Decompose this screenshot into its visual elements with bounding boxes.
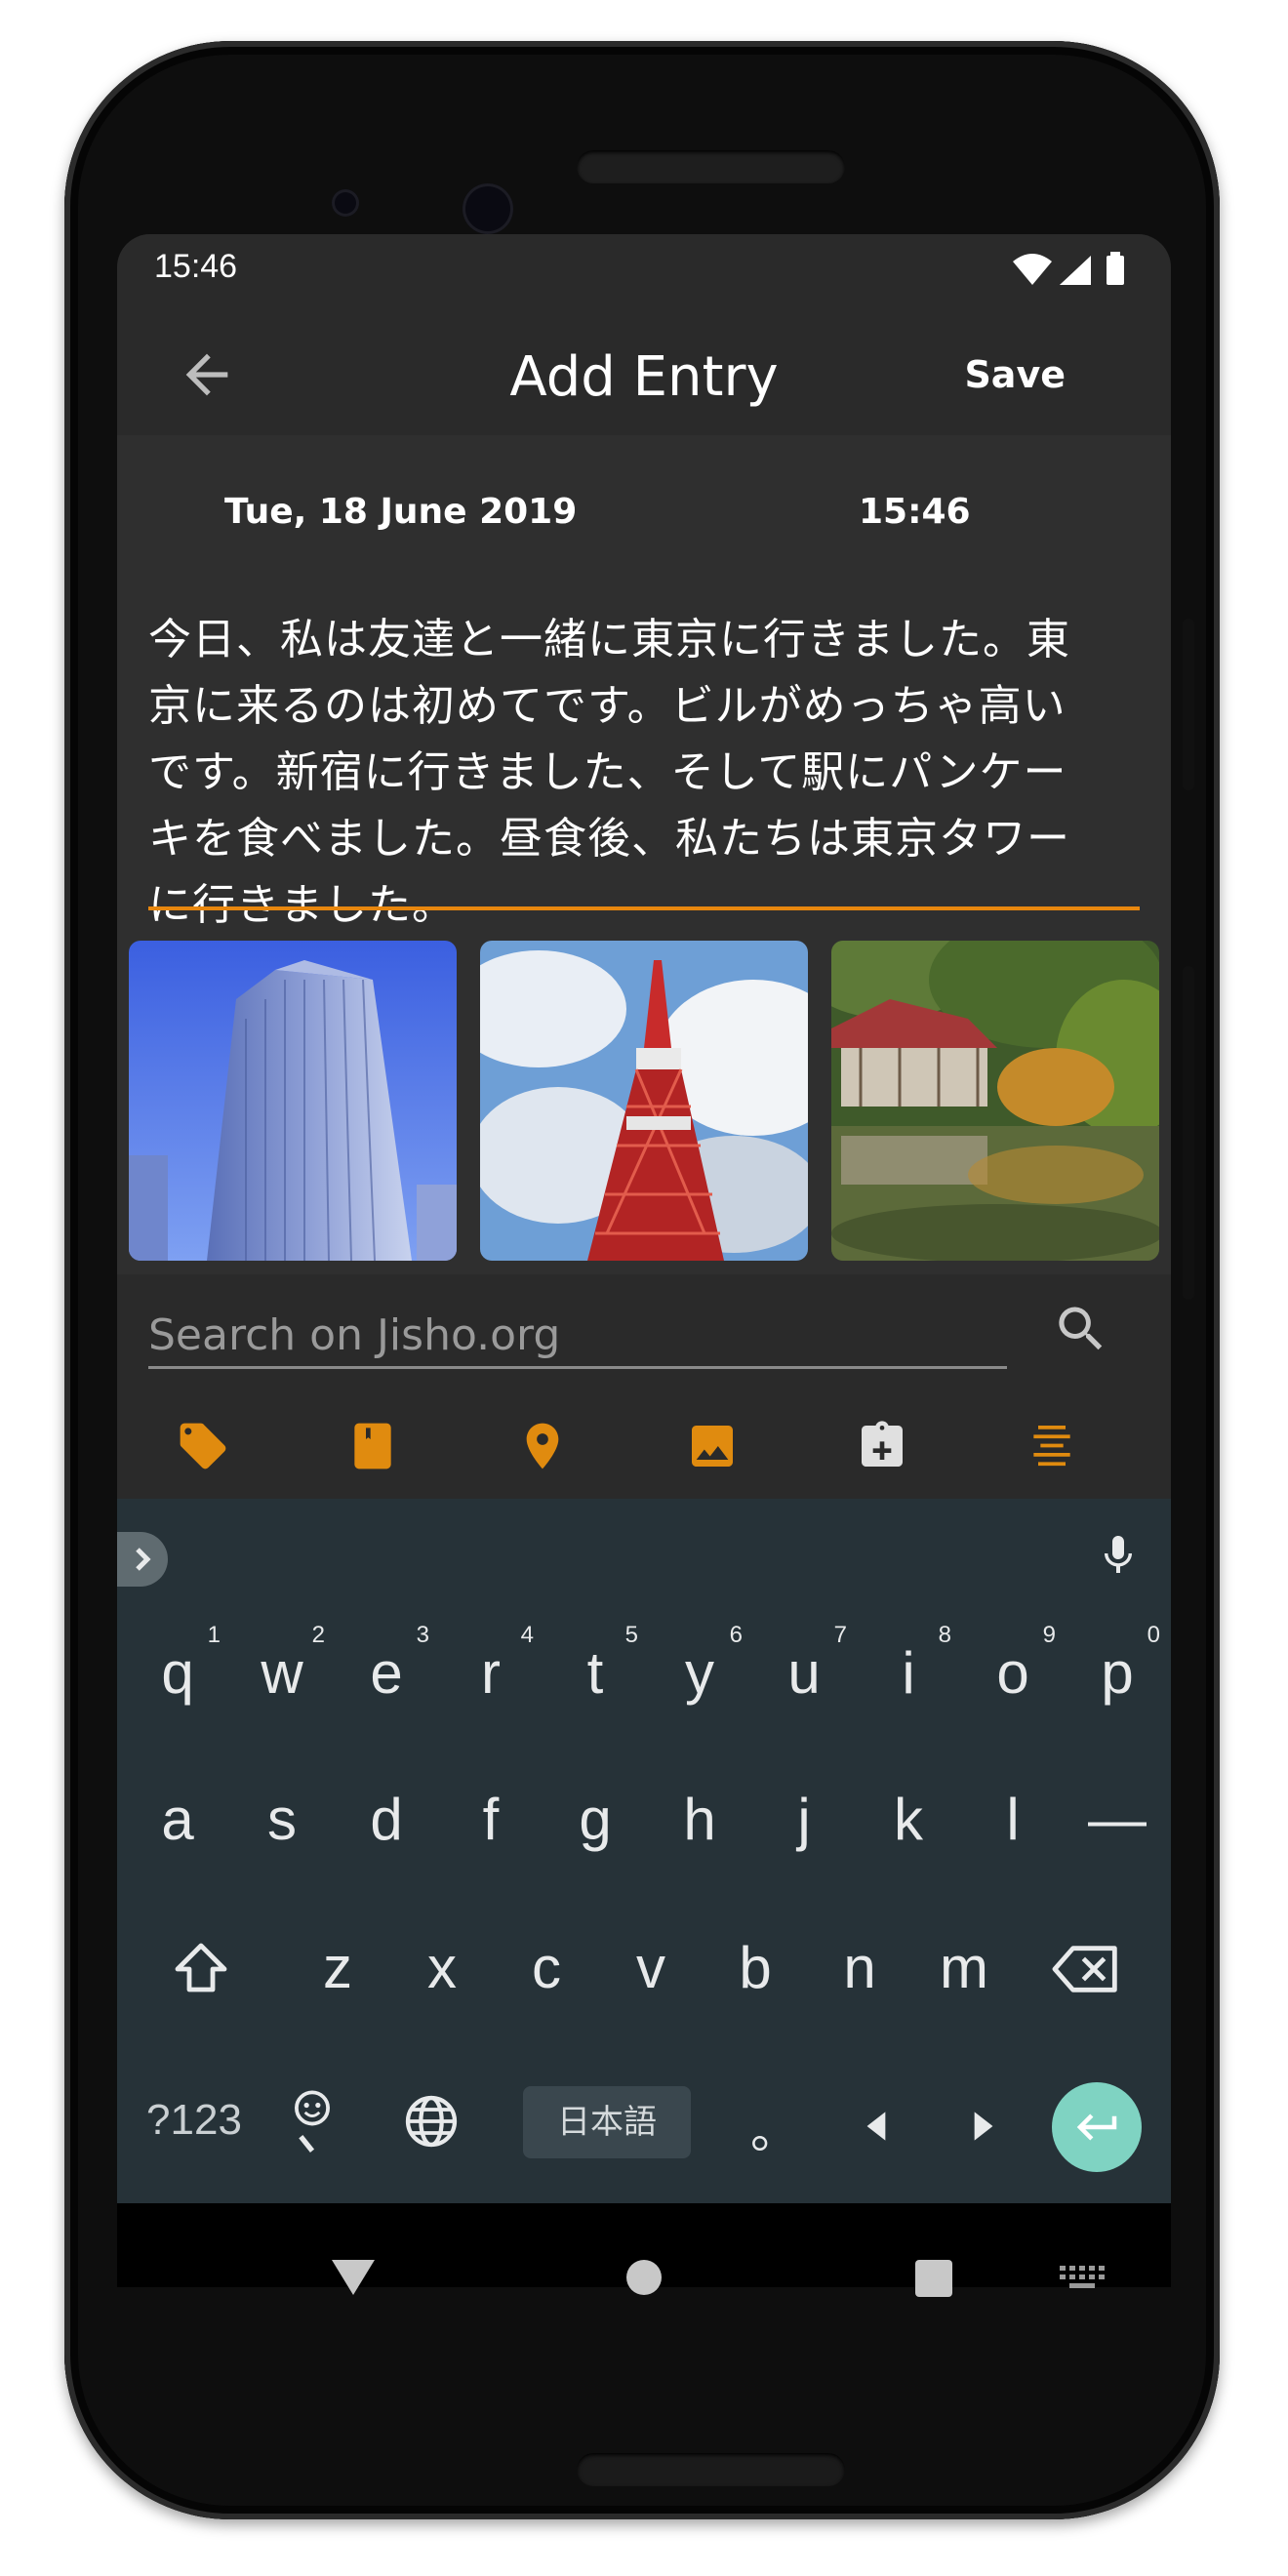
key-y[interactable]: y6 [653, 1622, 746, 1707]
power-button [1183, 966, 1194, 1300]
front-camera [463, 183, 513, 234]
dictionary-search [117, 1274, 1171, 1391]
key-f[interactable]: f [444, 1786, 538, 1853]
system-nav-buttons [332, 2260, 1105, 2297]
time-picker[interactable]: 15:46 [859, 492, 971, 532]
key-s[interactable]: s [235, 1786, 329, 1853]
key-g[interactable]: g [548, 1786, 642, 1853]
app-bar: Add Entry Save [117, 314, 1171, 435]
key-m[interactable]: m [917, 1934, 1011, 2001]
keyboard-suggestion-strip [117, 1499, 1171, 1608]
cursor-left-icon[interactable] [853, 2102, 902, 2151]
entry-text-line: に行きました。 [148, 880, 456, 930]
key-b[interactable]: b [708, 1934, 802, 2001]
front-sensor [332, 189, 359, 217]
text-align-icon[interactable] [1025, 1419, 1079, 1473]
key-e[interactable]: e3 [340, 1622, 433, 1707]
key-u[interactable]: u7 [757, 1622, 851, 1707]
period-key[interactable]: 。 [736, 2092, 814, 2162]
soft-keyboard: q1 w2 e3 r4 t5 y6 u7 i8 o9 p0 a s d f g … [117, 1608, 1171, 2203]
photo-strip [117, 935, 1171, 1274]
key-r[interactable]: r4 [444, 1622, 538, 1707]
bottom-speaker [577, 2453, 845, 2486]
key-n[interactable]: n [813, 1934, 906, 2001]
tag-icon[interactable] [176, 1419, 230, 1473]
key-dash[interactable]: — [1070, 1786, 1164, 1853]
key-c[interactable]: c [500, 1934, 593, 2001]
nav-home-icon [626, 2260, 662, 2295]
entry-text-line: 京に来るのは初めてです。ビルがめっちゃ高い [148, 681, 1067, 731]
key-i[interactable]: i8 [862, 1622, 955, 1707]
screen: 15:46 Add Entry Save Tue, 18 June 2019 1… [117, 234, 1171, 2287]
key-d[interactable]: d [340, 1786, 433, 1853]
entry-text-field[interactable]: 今日、私は友達と一緒に東京に行きました。東 京に来るのは初めてです。ビルがめっち… [117, 582, 1171, 935]
nav-back-icon [332, 2260, 375, 2295]
japanese-garden-photo[interactable] [831, 941, 1159, 1261]
key-q[interactable]: q1 [131, 1622, 224, 1707]
date-picker[interactable]: Tue, 18 June 2019 [224, 492, 577, 532]
backspace-icon[interactable] [1048, 1938, 1124, 2000]
enter-key[interactable] [1052, 2082, 1142, 2172]
tokyo-tower-photo[interactable] [480, 941, 808, 1261]
text-field-underline [148, 906, 1140, 910]
cursor-right-icon[interactable] [958, 2102, 1007, 2151]
nav-recents-icon [915, 2260, 952, 2297]
status-bar: 15:46 [117, 234, 1171, 314]
key-v[interactable]: v [604, 1934, 698, 2001]
battery-icon [1107, 256, 1124, 285]
location-pin-icon[interactable] [515, 1419, 570, 1473]
keyboard-switch-icon [1060, 2266, 1105, 2288]
key-o[interactable]: o9 [966, 1622, 1060, 1707]
key-a[interactable]: a [131, 1786, 224, 1853]
symbols-key[interactable]: ?123 [131, 2096, 258, 2145]
clipboard-add-icon[interactable] [855, 1419, 909, 1473]
key-w[interactable]: w2 [235, 1622, 329, 1707]
language-key[interactable]: 日本語 [523, 2086, 691, 2158]
date-time-row: Tue, 18 June 2019 15:46 [117, 435, 1171, 582]
microphone-icon[interactable] [1095, 1528, 1142, 1583]
skyscraper-photo[interactable] [129, 941, 457, 1261]
wifi-icon [1013, 254, 1052, 285]
key-h[interactable]: h [653, 1786, 746, 1853]
image-icon[interactable] [685, 1419, 740, 1473]
key-j[interactable]: j [757, 1786, 851, 1853]
key-x[interactable]: x [395, 1934, 489, 2001]
entry-text-line: キを食べました。昼食後、私たちは東京タワー [148, 814, 1070, 864]
search-input[interactable] [148, 1304, 1007, 1369]
status-icons [1013, 252, 1124, 285]
bookmark-book-icon[interactable] [345, 1419, 400, 1473]
entry-text-line: 今日、私は友達と一緒に東京に行きました。東 [148, 615, 1070, 664]
search-icon[interactable] [1052, 1300, 1110, 1358]
shift-key-icon[interactable] [166, 1934, 236, 2004]
save-button[interactable]: Save [964, 353, 1066, 396]
status-time: 15:46 [154, 248, 238, 285]
expand-chevron-icon[interactable] [117, 1532, 168, 1587]
key-p[interactable]: p0 [1070, 1622, 1164, 1707]
key-l[interactable]: l [966, 1786, 1060, 1853]
key-z[interactable]: z [291, 1934, 384, 2001]
emoji-key-icon[interactable] [283, 2088, 342, 2162]
entry-toolbar [117, 1391, 1171, 1499]
enter-arrow-icon [1076, 2113, 1117, 2141]
volume-button [1183, 619, 1194, 790]
key-k[interactable]: k [862, 1786, 955, 1853]
key-t[interactable]: t5 [548, 1622, 642, 1707]
entry-text[interactable]: 今日、私は友達と一緒に東京に行きました。東 京に来るのは初めてです。ビルがめっち… [148, 607, 1134, 939]
entry-text-line: です。新宿に行きました、そして駅にパンケー [148, 747, 1067, 797]
earpiece-speaker [577, 150, 845, 183]
globe-icon[interactable] [400, 2090, 463, 2153]
